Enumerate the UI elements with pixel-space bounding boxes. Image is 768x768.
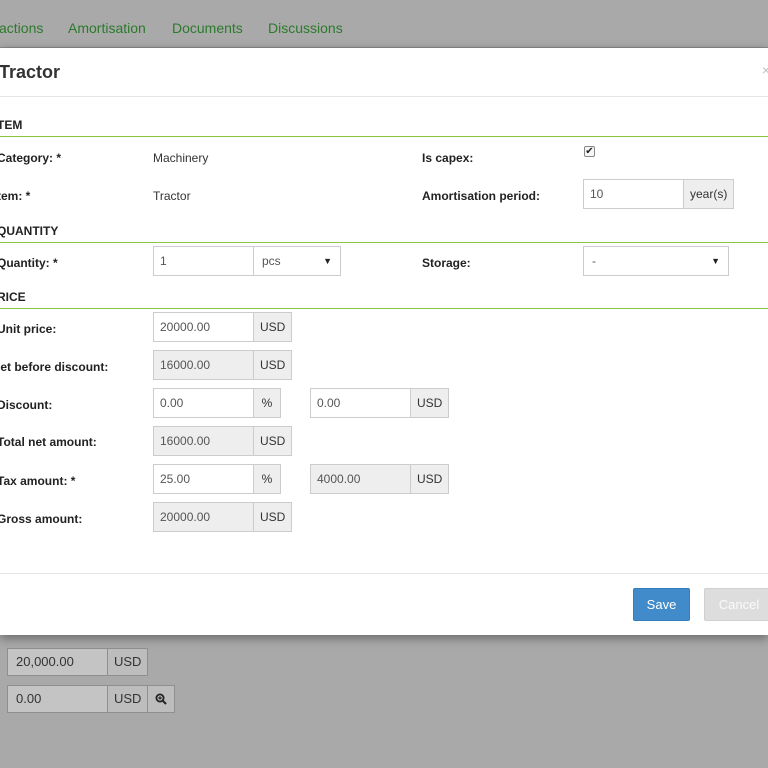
tax-amount-group: 4000.00 USD [310,464,450,494]
category-value: Machinery [153,151,209,165]
amortisation-period-input[interactable]: 10 [583,179,684,209]
item-value: Tractor [153,189,191,203]
tax-amount-currency: USD [411,464,450,494]
caret-down-icon: ▼ [323,256,332,266]
background-zero-input[interactable]: 0.00 [7,685,108,713]
storage-label: Storage: [422,256,471,270]
tax-percent-unit: % [254,464,281,494]
background-tab-bar: actions Amortisation Documents Discussio… [0,0,768,48]
tab-discussions[interactable]: Discussions [268,20,343,36]
magnifier-icon [155,693,168,705]
discount-amount-group: 0.00 USD [310,388,450,418]
net-before-discount-label: let before discount: [0,360,109,374]
item-label: tem: * [0,189,31,203]
unit-price-label: Unit price: [0,322,57,336]
category-label: Category: * [0,151,62,165]
section-price-heading: RICE [0,290,26,304]
net-before-discount-currency: USD [254,350,293,380]
quantity-group: 1 [153,246,254,276]
discount-percent-input[interactable]: 0.00 [153,388,254,418]
gross-amount-group: 20000.00 USD [153,502,293,532]
tab-amortisation[interactable]: Amortisation [68,20,146,36]
tax-percent-group: 25.00 % [153,464,281,494]
quantity-label: Quantity: * [0,256,58,270]
tab-documents[interactable]: Documents [172,20,243,36]
background-amount-currency: USD [108,648,149,676]
amortisation-period-unit: year(s) [684,179,735,209]
caret-down-icon: ▼ [711,256,720,266]
zoom-in-button[interactable] [148,685,176,713]
background-amount-input[interactable]: 20,000.00 [7,648,108,676]
total-net-amount-currency: USD [254,426,293,456]
total-net-amount-group: 16000.00 USD [153,426,293,456]
modal-header: Tractor × [0,48,768,97]
tax-percent-input[interactable]: 25.00 [153,464,254,494]
storage-select[interactable]: - ▼ [583,246,729,276]
cancel-button[interactable]: Cancel [704,588,768,621]
amortisation-period-group: 10 year(s) [583,179,735,209]
gross-amount-currency: USD [254,502,293,532]
amortisation-period-label: Amortisation period: [422,189,541,203]
total-net-amount-input: 16000.00 [153,426,254,456]
save-button[interactable]: Save [633,588,690,621]
net-before-discount-group: 16000.00 USD [153,350,293,380]
section-quantity-heading: QUANTITY [0,224,59,238]
tax-amount-input: 4000.00 [310,464,411,494]
modal-footer: Save Cancel [0,573,768,635]
quantity-unit-value: pcs [262,254,281,268]
quantity-unit-select[interactable]: pcs ▼ [253,246,341,276]
tax-amount-label: Tax amount: * [0,474,76,488]
unit-price-input[interactable]: 20000.00 [153,312,254,342]
discount-label: Discount: [0,398,53,412]
storage-value: - [592,254,596,268]
tab-transactions[interactable]: actions [0,20,43,36]
close-icon[interactable]: × [762,62,768,78]
edit-item-modal: Tractor × TEM Category: * Machinery Is c… [0,48,768,635]
is-capex-checkbox[interactable]: ✔ [584,146,595,157]
section-quantity: QUANTITY [0,221,768,243]
background-zero-currency: USD [108,685,149,713]
is-capex-label: Is capex: [422,151,474,165]
checkmark-icon: ✔ [585,146,594,157]
net-before-discount-input: 16000.00 [153,350,254,380]
section-item-heading: TEM [0,118,23,132]
background-zero-field: 0.00 USD [7,685,176,713]
section-item: TEM [0,115,768,137]
unit-price-group: 20000.00 USD [153,312,293,342]
gross-amount-label: Gross amount: [0,512,83,526]
background-amount-field: 20,000.00 USD [7,648,149,676]
discount-percent-group: 0.00 % [153,388,281,418]
discount-amount-currency: USD [411,388,450,418]
modal-title: Tractor [0,62,61,82]
total-net-amount-label: Total net amount: [0,435,97,449]
gross-amount-input: 20000.00 [153,502,254,532]
unit-price-currency: USD [254,312,293,342]
quantity-input[interactable]: 1 [153,246,254,276]
section-price: RICE [0,287,768,309]
discount-amount-input[interactable]: 0.00 [310,388,411,418]
discount-percent-unit: % [254,388,281,418]
